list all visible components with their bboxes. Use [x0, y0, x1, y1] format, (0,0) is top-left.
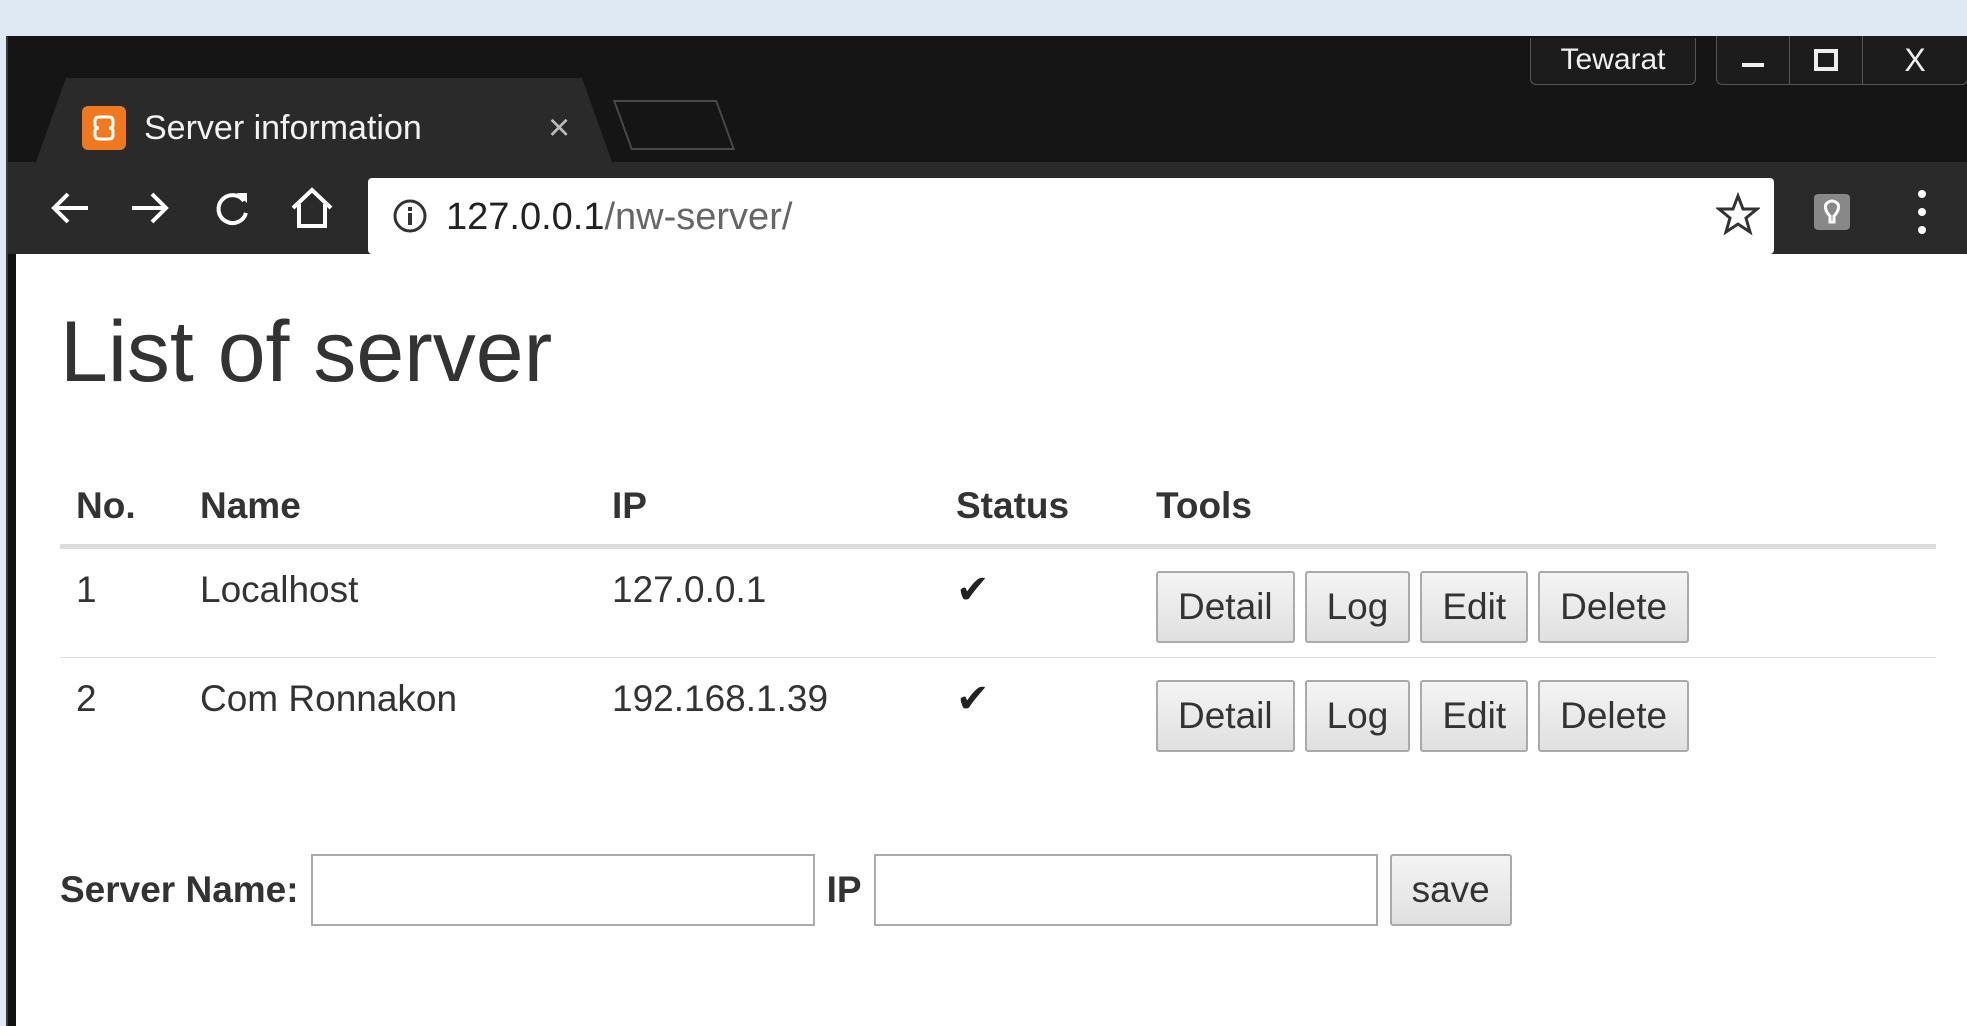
extension-icon[interactable] [1812, 192, 1852, 232]
log-button[interactable]: Log [1304, 571, 1411, 643]
edit-button[interactable]: Edit [1420, 680, 1529, 752]
table-row: 1 Localhost 127.0.0.1 ✔ Detail Log Edit Del… [60, 547, 1936, 658]
menu-dots-icon[interactable] [1912, 186, 1932, 238]
tab-server-information[interactable]: Server information × [36, 78, 612, 162]
address-bar[interactable]: 127.0.0.1/nw-server/ [368, 178, 1774, 254]
table-row: 2 Com Ronnakon 192.168.1.39 ✔ Detail Log E… [60, 657, 1936, 766]
reload-icon [216, 193, 248, 226]
status-check-icon: ✔ [956, 677, 990, 721]
home-button[interactable] [282, 178, 342, 238]
back-button[interactable] [40, 178, 100, 238]
minimize-icon [1742, 63, 1764, 67]
forward-button[interactable] [120, 178, 180, 238]
maximize-button[interactable] [1790, 36, 1863, 84]
status-check-icon: ✔ [956, 568, 990, 612]
server-name-label: Server Name: [60, 869, 299, 910]
star-icon[interactable] [1716, 192, 1760, 236]
browser-window: Tewarat X Server information × 127.0.0.1… [6, 36, 1967, 1026]
close-window-button[interactable]: X [1863, 36, 1967, 84]
page-content: List of server No. Name IP Status Tools … [16, 254, 1967, 1026]
forward-arrow-icon [132, 192, 169, 224]
cell-no: 2 [60, 657, 184, 766]
new-tab-button[interactable] [612, 100, 736, 150]
home-icon [291, 187, 333, 228]
table-header-row: No. Name IP Status Tools [60, 468, 1936, 549]
url-host: 127.0.0.1 [446, 196, 605, 238]
log-button[interactable]: Log [1304, 680, 1411, 752]
save-button[interactable]: save [1389, 854, 1512, 926]
cell-ip: 192.168.1.39 [596, 657, 940, 766]
tab-title: Server information [144, 109, 422, 147]
cell-ip: 127.0.0.1 [612, 569, 767, 610]
column-header-no: No. [60, 468, 184, 549]
profile-button[interactable]: Tewarat [1530, 38, 1696, 85]
tab-close-icon[interactable]: × [548, 106, 570, 150]
server-table: No. Name IP Status Tools 1 Localhost 127… [60, 468, 1936, 766]
window-controls: X [1716, 36, 1967, 85]
cell-no: 1 [76, 569, 97, 610]
reload-button[interactable] [202, 178, 262, 238]
minimize-button[interactable] [1717, 36, 1790, 84]
xampp-favicon-icon [82, 106, 126, 150]
column-header-name: Name [184, 468, 596, 549]
url-text: 127.0.0.1/nw-server/ [446, 196, 792, 239]
back-arrow-icon [51, 192, 88, 224]
delete-button[interactable]: Delete [1538, 571, 1690, 643]
cell-name: Localhost [200, 569, 359, 610]
detail-button[interactable]: Detail [1156, 571, 1295, 643]
add-server-form: Server Name: IP save [60, 854, 1522, 926]
delete-button[interactable]: Delete [1538, 680, 1690, 752]
page-title: List of server [60, 304, 553, 400]
server-name-input[interactable] [310, 854, 815, 926]
ip-label: IP [826, 869, 862, 910]
column-header-status: Status [940, 468, 1140, 549]
edit-button[interactable]: Edit [1420, 571, 1529, 643]
title-bar: Tewarat X Server information × [8, 36, 1967, 162]
url-path: /nw-server/ [604, 196, 793, 238]
column-header-ip: IP [596, 468, 940, 549]
maximize-icon [1814, 49, 1838, 71]
cell-tools: Detail Log Edit Delete [1140, 657, 1936, 766]
cell-name: Com Ronnakon [184, 657, 596, 766]
detail-button[interactable]: Detail [1156, 680, 1295, 752]
ip-input[interactable] [873, 854, 1378, 926]
cell-tools: Detail Log Edit Delete [1140, 547, 1936, 658]
column-header-tools: Tools [1140, 468, 1936, 549]
info-icon[interactable] [392, 198, 428, 234]
browser-toolbar: 127.0.0.1/nw-server/ [8, 162, 1967, 254]
